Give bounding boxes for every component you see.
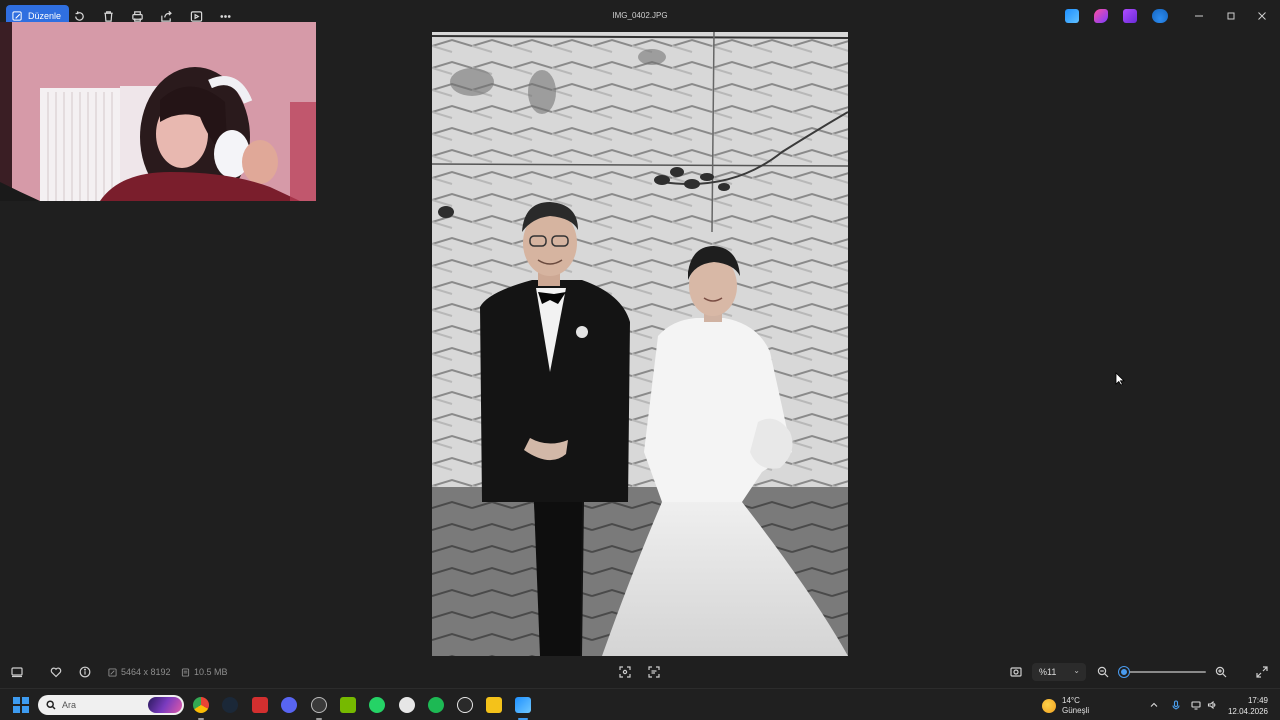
clipchamp-app-icon[interactable] [1123,9,1137,23]
app-red-icon[interactable] [252,697,268,713]
network-icon[interactable] [1190,699,1202,711]
weather-temp: 14°C [1062,696,1080,705]
image-size-icon [108,667,117,677]
weather-desc: Güneşli [1062,706,1090,715]
edit-icon [12,10,22,21]
close-icon[interactable] [1254,8,1270,24]
volume-icon[interactable] [1206,699,1218,711]
search-highlight-image [148,697,182,713]
edit-button-label: Düzenle [28,11,62,21]
chatgpt-icon[interactable] [457,697,473,713]
fit-to-window-icon[interactable] [1009,665,1023,679]
obs-icon[interactable] [311,697,327,713]
clock-time: 17:49 [1247,696,1268,705]
photos-app-icon[interactable] [1065,9,1079,23]
start-button[interactable] [13,697,29,713]
photos-app-window: Düzenle IMG_0402.JPG 5464 x 8192 10.5 MB… [0,0,1280,688]
fullscreen-icon[interactable] [1255,665,1269,679]
chevron-down-icon: ⌄ [1073,666,1080,675]
maximize-icon[interactable] [1223,8,1239,24]
discord-icon[interactable] [281,697,297,713]
info-icon[interactable] [78,665,92,679]
search-icon [46,700,56,710]
crop-focus-icon[interactable] [618,665,632,679]
app-mascot-icon[interactable] [399,697,415,713]
file-size-text: 10.5 MB [194,667,228,677]
image-dimensions: 5464 x 8192 [108,667,171,677]
zoom-dropdown[interactable]: %11 ⌄ [1032,663,1086,681]
microphone-icon[interactable] [1170,699,1182,711]
dimensions-text: 5464 x 8192 [121,667,171,677]
steam-icon[interactable] [222,697,238,713]
zoom-slider-thumb[interactable] [1118,667,1129,677]
nvidia-icon[interactable] [340,697,356,713]
taskbar-search[interactable]: Ara [38,695,184,715]
chrome-icon[interactable] [193,697,209,713]
mouse-cursor [1115,372,1125,386]
spotify-icon[interactable] [428,697,444,713]
sun-icon [1042,699,1056,713]
webcam-image [0,22,316,201]
minimize-icon[interactable] [1191,8,1207,24]
webcam-overlay [0,22,316,201]
windows-taskbar: Ara 14°C Güneşli 17:49 12.04.2026 [0,688,1280,720]
wedding-photo [432,32,848,656]
zoom-value: %11 [1039,667,1057,677]
zoom-in-icon[interactable] [1214,665,1228,679]
designer-app-icon[interactable] [1094,9,1108,23]
chevron-up-icon[interactable] [1148,699,1160,711]
file-size: 10.5 MB [181,667,228,677]
onedrive-icon[interactable] [1152,9,1168,23]
file-size-icon [181,667,190,677]
bottom-toolbar: 5464 x 8192 10.5 MB %11 ⌄ [0,656,1280,688]
system-clock[interactable]: 17:49 12.04.2026 [1222,695,1268,717]
clock-date: 12.04.2026 [1227,707,1268,716]
photos-taskbar-icon[interactable] [515,697,531,713]
main-photo [432,32,848,656]
file-explorer-icon[interactable] [486,697,502,713]
whatsapp-icon[interactable] [369,697,385,713]
scan-text-icon[interactable] [647,665,661,679]
search-placeholder: Ara [62,700,77,710]
weather-widget[interactable]: 14°C Güneşli [1042,696,1089,716]
filmstrip-icon[interactable] [10,665,24,679]
favorite-heart-icon[interactable] [49,665,63,679]
zoom-out-icon[interactable] [1096,665,1110,679]
zoom-slider[interactable] [1118,667,1206,677]
